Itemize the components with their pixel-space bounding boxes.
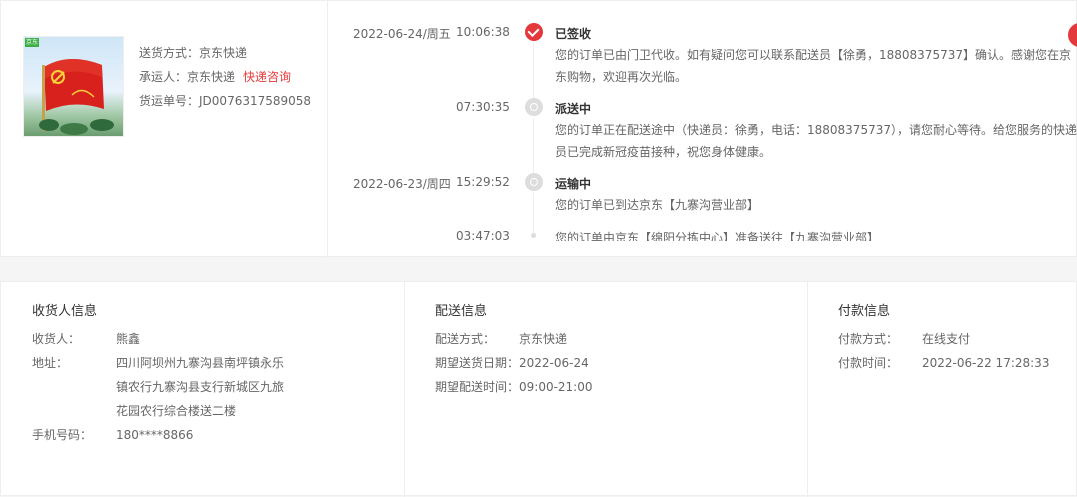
delivery-method-value: 京东快递 <box>519 332 568 346</box>
timeline-description: 您的订单正在配送途中（快递员：徐勇，电话：18808375737），请您耐心等待… <box>555 123 1077 159</box>
tracking-timeline: 2022-06-24/周五 10:06:38 已签收 您的订单已由门卫代收。如有… <box>329 1 1077 241</box>
delivery-icon <box>525 98 543 116</box>
payment-info-section: 付款信息 付款方式： 在线支付 付款时间： 2022-06-22 17:28:3… <box>808 282 1077 497</box>
receiver-name-value: 熊鑫 <box>116 332 141 346</box>
ship-method-label: 送货方式： <box>139 46 200 60</box>
payment-time-label: 付款时间： <box>838 356 899 370</box>
delivery-date-label: 期望送货日期： <box>435 356 520 370</box>
address-line: 四川阿坝州九寨沟县南坪镇永乐 <box>116 356 285 370</box>
ship-method-value: 京东快递 <box>199 46 248 60</box>
payment-time-value: 2022-06-22 17:28:33 <box>922 356 1050 370</box>
truck-icon <box>525 173 543 191</box>
order-info-panel: 收货人信息 收货人： 熊鑫 地址： 四川阿坝州九寨沟县南坪镇永乐 镇农行九寨沟县… <box>0 281 1077 497</box>
timeline-time: 07:30:35 <box>456 100 510 114</box>
timeline-date: 2022-06-24/周五 <box>353 27 451 41</box>
timeline-connector <box>533 43 534 101</box>
delivery-info-section: 配送信息 配送方式： 京东快递 期望送货日期： 2022-06-24 期望配送时… <box>405 282 808 497</box>
receiver-info-title: 收货人信息 <box>32 304 98 319</box>
tracking-panel: 京东 送货方式：京东快递 承运人：京东快递 快递咨询 货运单号：JD007631… <box>0 0 1077 258</box>
delivery-method-label: 配送方式： <box>435 332 496 346</box>
address-line: 花园农行综合楼送二楼 <box>116 404 237 418</box>
payment-info-title: 付款信息 <box>838 304 891 319</box>
carrier-row: 承运人：京东快递 快递咨询 <box>139 65 324 89</box>
delivery-info-title: 配送信息 <box>435 304 488 319</box>
timeline-time: 15:29:52 <box>456 175 510 189</box>
timeline-date: 2022-06-23/周四 <box>353 177 451 191</box>
dot-icon <box>531 233 536 238</box>
shipping-info: 送货方式：京东快递 承运人：京东快递 快递咨询 货运单号：JD0076317589… <box>139 41 324 113</box>
timeline-time: 03:47:03 <box>456 229 510 241</box>
timeline-status: 运输中 <box>555 177 592 191</box>
courier-inquiry-link[interactable]: 快递咨询 <box>243 70 291 84</box>
timeline-status: 已签收 <box>555 27 592 41</box>
carrier-label: 承运人： <box>139 70 188 84</box>
timeline-description: 您的订单由京东【绵阳分拣中心】准备送往【九寨沟营业部】 <box>555 231 880 241</box>
ship-method-row: 送货方式：京东快递 <box>139 41 324 65</box>
timeline-connector <box>533 118 534 176</box>
receiver-info-section: 收货人信息 收货人： 熊鑫 地址： 四川阿坝州九寨沟县南坪镇永乐 镇农行九寨沟县… <box>1 282 405 497</box>
receiver-phone-label: 手机号码： <box>32 428 93 442</box>
order-summary: 京东 送货方式：京东快递 承运人：京东快递 快递咨询 货运单号：JD007631… <box>1 1 328 258</box>
flag-image <box>39 58 114 135</box>
carrier-value: 京东快递 <box>187 70 236 84</box>
delivery-time-value: 09:00-21:00 <box>519 380 593 394</box>
payment-method-label: 付款方式： <box>838 332 899 346</box>
timeline-time: 10:06:38 <box>456 25 510 39</box>
receiver-address-row: 地址： 四川阿坝州九寨沟县南坪镇永乐 镇农行九寨沟县支行新城区九旅 花园农行综合… <box>32 351 392 423</box>
receiver-phone-value: 180****8866 <box>116 428 194 442</box>
payment-method-value: 在线支付 <box>922 332 971 346</box>
receiver-address-value: 四川阿坝州九寨沟县南坪镇永乐 镇农行九寨沟县支行新城区九旅 花园农行综合楼送二楼 <box>116 351 284 423</box>
waybill-label: 货运单号： <box>139 94 200 108</box>
product-thumbnail[interactable]: 京东 <box>23 36 124 137</box>
timeline-connector <box>533 193 534 233</box>
receiver-address-label: 地址： <box>32 356 69 370</box>
address-line: 镇农行九寨沟县支行新城区九旅 <box>116 380 285 394</box>
check-icon <box>525 23 543 41</box>
receiver-name-label: 收货人： <box>32 332 81 346</box>
waybill-number: JD0076317589058 <box>199 94 312 108</box>
timeline-status: 派送中 <box>555 102 592 116</box>
delivery-date-value: 2022-06-24 <box>519 356 589 370</box>
timeline-description: 您的订单已由门卫代收。如有疑问您可以联系配送员【徐勇，18808375737】确… <box>555 48 1071 84</box>
waybill-row: 货运单号：JD0076317589058 <box>139 89 324 113</box>
timeline-description: 您的订单已到达京东【九寨沟营业部】 <box>555 198 760 212</box>
delivery-time-label: 期望配送时间： <box>435 380 520 394</box>
